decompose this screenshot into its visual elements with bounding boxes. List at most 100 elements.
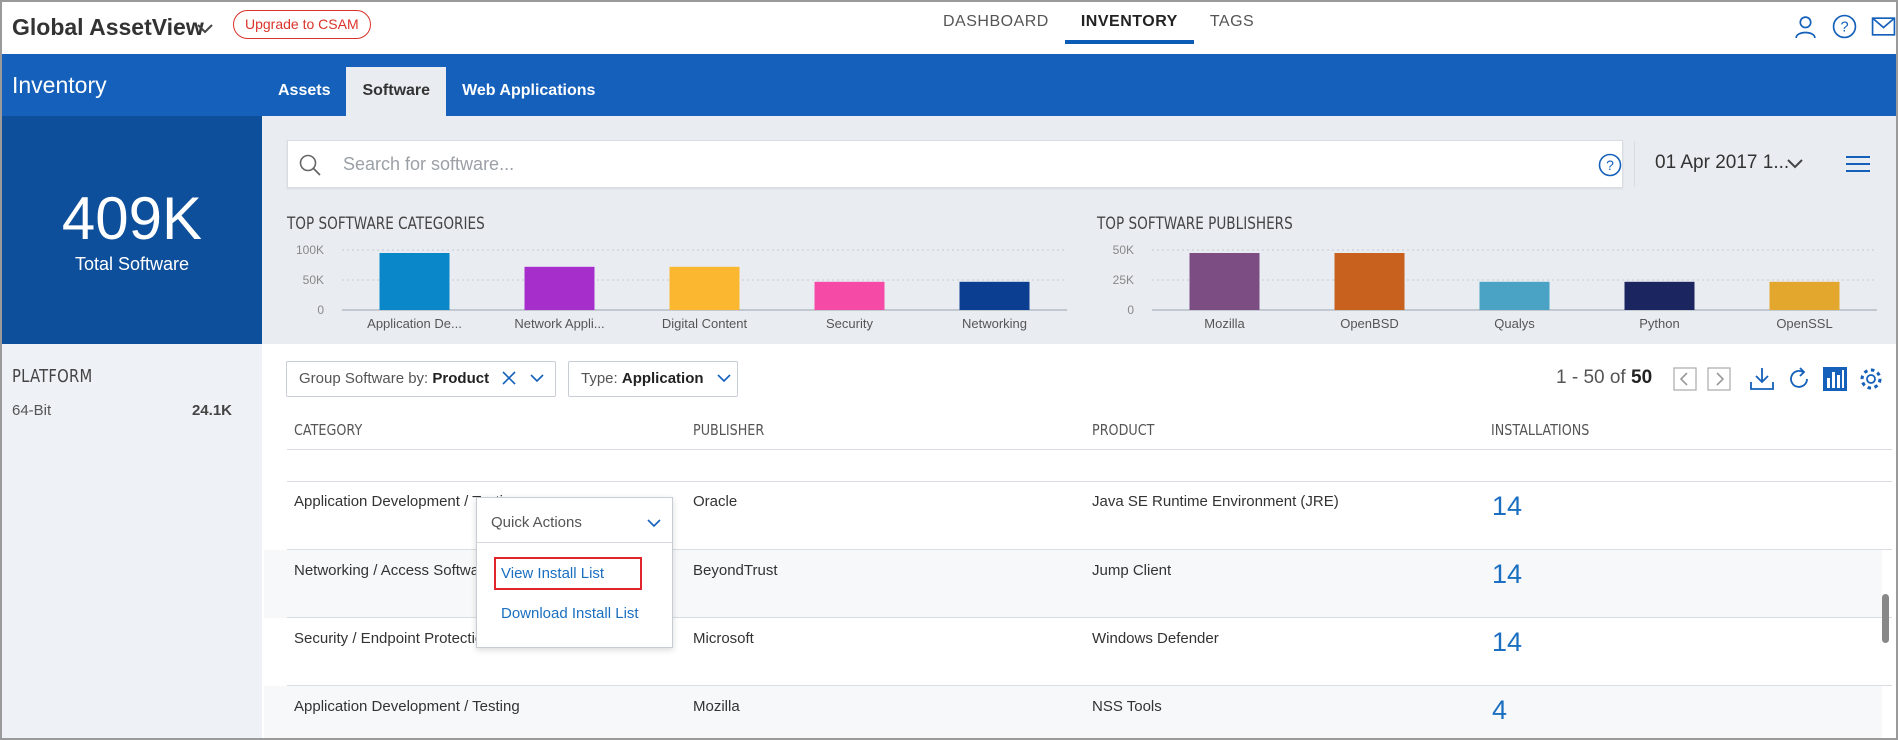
platform-item-count: 24.1K bbox=[191, 402, 232, 419]
x-tick-label: Qualys bbox=[1494, 316, 1535, 331]
filter-sidebar: PLATFORM 64-Bit 24.1K bbox=[2, 344, 262, 738]
y-tick-label: 50K bbox=[1113, 243, 1134, 257]
quick-actions-menu: Quick Actions View Install List Download… bbox=[476, 497, 673, 648]
section-header: Inventory Assets Software Web Applicatio… bbox=[2, 54, 1896, 116]
mail-icon[interactable] bbox=[1871, 14, 1896, 39]
cell-category: Application Development / Testing bbox=[294, 698, 520, 715]
y-tick-label: 0 bbox=[1127, 303, 1134, 317]
top-categories-chart: TOP SOFTWARE CATEGORIES 100K 50K 0 Applicat… bbox=[287, 214, 1067, 344]
help-icon[interactable]: ? bbox=[1598, 153, 1622, 177]
x-tick-label: OpenBSD bbox=[1340, 316, 1399, 331]
table-row[interactable]: Application Development / Testing Mozill… bbox=[264, 686, 1882, 738]
group-by-label: Group Software by: bbox=[299, 370, 429, 387]
x-tick-label: Security bbox=[826, 316, 873, 331]
group-by-filter[interactable]: Group Software by: Product bbox=[286, 361, 556, 397]
x-tick-label: Application De... bbox=[367, 316, 462, 331]
svg-text:?: ? bbox=[1840, 20, 1848, 36]
quick-actions-dropdown[interactable]: Quick Actions bbox=[477, 498, 672, 543]
scrollbar-thumb[interactable] bbox=[1882, 594, 1889, 643]
chevron-down-icon bbox=[647, 519, 661, 528]
download-icon[interactable] bbox=[1749, 366, 1775, 392]
column-header-publisher[interactable]: PUBLISHER bbox=[693, 421, 764, 439]
sub-tabs: Assets Software Web Applications bbox=[262, 67, 611, 116]
search-bar: ? 01 Apr 2017 1... bbox=[287, 140, 1803, 188]
chevron-down-icon bbox=[717, 373, 731, 382]
x-tick-label: Mozilla bbox=[1204, 316, 1245, 331]
search-icon bbox=[299, 154, 321, 176]
chart-canvas: 100K 50K 0 Application De... Network Appli..… bbox=[296, 243, 1067, 331]
close-icon[interactable] bbox=[501, 370, 517, 386]
refresh-icon[interactable] bbox=[1786, 366, 1812, 392]
chart-bar bbox=[669, 266, 740, 310]
section-title: Inventory bbox=[12, 72, 107, 98]
platform-item-label: 64-Bit bbox=[12, 402, 52, 419]
gear-icon[interactable] bbox=[1858, 366, 1884, 392]
cell-installations[interactable]: 14 bbox=[1492, 627, 1522, 658]
cell-publisher: BeyondTrust bbox=[693, 562, 778, 579]
group-by-value: Product bbox=[432, 370, 490, 387]
nav-tab-dashboard[interactable]: DASHBOARD bbox=[927, 2, 1065, 44]
svg-text:?: ? bbox=[1606, 157, 1614, 173]
chevron-right-icon[interactable] bbox=[1706, 366, 1732, 392]
platform-title: PLATFORM bbox=[12, 366, 93, 387]
cell-publisher: Mozilla bbox=[693, 698, 740, 715]
app-window: Global AssetView Upgrade to CSAM DASHBOA… bbox=[0, 0, 1898, 740]
chart-bar bbox=[524, 266, 595, 310]
quick-actions-label: Quick Actions bbox=[491, 514, 582, 531]
top-navbar: Global AssetView Upgrade to CSAM DASHBOA… bbox=[2, 2, 1896, 54]
cell-product: Java SE Runtime Environment (JRE) bbox=[1092, 493, 1339, 510]
cell-product: Windows Defender bbox=[1092, 630, 1219, 647]
chart-bar bbox=[1624, 281, 1695, 310]
cell-category: Networking / Access Software bbox=[294, 562, 493, 579]
cell-category: Security / Endpoint Protection bbox=[294, 630, 492, 647]
type-label: Type: bbox=[581, 370, 618, 387]
view-install-list-link[interactable]: View Install List bbox=[501, 565, 604, 582]
nav-tab-inventory[interactable]: INVENTORY bbox=[1064, 2, 1194, 44]
header-divider bbox=[287, 449, 1892, 450]
date-value: 01 Apr 2017 1... bbox=[1655, 152, 1790, 173]
x-tick-label: OpenSSL bbox=[1776, 316, 1832, 331]
top-publishers-chart: TOP SOFTWARE PUBLISHERS 50K 25K 0 Mozilla Op… bbox=[1097, 214, 1877, 344]
column-header-installations[interactable]: INSTALLATIONS bbox=[1491, 421, 1589, 439]
upgrade-button[interactable]: Upgrade to CSAM bbox=[233, 10, 371, 39]
type-value: Application bbox=[621, 370, 704, 387]
chart-bar bbox=[814, 281, 885, 310]
cell-installations[interactable]: 14 bbox=[1492, 559, 1522, 590]
cell-installations[interactable]: 14 bbox=[1492, 491, 1522, 522]
y-tick-label: 0 bbox=[317, 303, 324, 317]
tab-software[interactable]: Software bbox=[346, 67, 447, 116]
tab-web-applications[interactable]: Web Applications bbox=[446, 67, 611, 116]
total-software-value: 409K bbox=[61, 185, 203, 252]
cell-publisher: Microsoft bbox=[693, 630, 754, 647]
platform-item[interactable]: 64-Bit 24.1K bbox=[12, 402, 232, 419]
total-software-label: Total Software bbox=[74, 254, 190, 274]
chart-bar bbox=[1189, 253, 1260, 310]
x-tick-label: Python bbox=[1639, 316, 1679, 331]
pagination-total: 50 bbox=[1631, 367, 1653, 388]
type-filter[interactable]: Type: Application bbox=[568, 361, 738, 397]
chevron-down-icon[interactable] bbox=[529, 370, 545, 386]
search-input[interactable] bbox=[343, 141, 1443, 187]
main-nav: DASHBOARD INVENTORY TAGS bbox=[927, 2, 1270, 54]
menu-icon[interactable] bbox=[1844, 152, 1872, 176]
x-tick-label: Networking bbox=[962, 316, 1027, 331]
column-header-product[interactable]: PRODUCT bbox=[1092, 421, 1154, 439]
user-icon[interactable] bbox=[1793, 14, 1818, 39]
tab-assets[interactable]: Assets bbox=[262, 67, 346, 116]
chevron-left-icon[interactable] bbox=[1672, 366, 1698, 392]
date-selector[interactable]: 01 Apr 2017 1... bbox=[1634, 141, 1814, 187]
help-icon[interactable]: ? bbox=[1832, 14, 1857, 39]
download-install-list-link[interactable]: Download Install List bbox=[501, 605, 639, 622]
total-software-card: 409K Total Software bbox=[2, 116, 262, 344]
bar-chart-icon[interactable] bbox=[1822, 366, 1848, 392]
cell-installations[interactable]: 4 bbox=[1492, 695, 1507, 726]
y-tick-label: 100K bbox=[296, 243, 324, 257]
cell-publisher: Oracle bbox=[693, 493, 738, 510]
nav-tab-tags[interactable]: TAGS bbox=[1194, 2, 1270, 44]
chevron-down-icon[interactable] bbox=[194, 17, 216, 39]
app-title[interactable]: Global AssetView bbox=[12, 14, 204, 41]
chart-bar bbox=[1334, 253, 1405, 310]
pagination-info: 1 - 50 of 50 bbox=[1556, 367, 1652, 389]
column-header-category[interactable]: CATEGORY bbox=[294, 421, 362, 439]
cell-product: Jump Client bbox=[1092, 562, 1172, 579]
